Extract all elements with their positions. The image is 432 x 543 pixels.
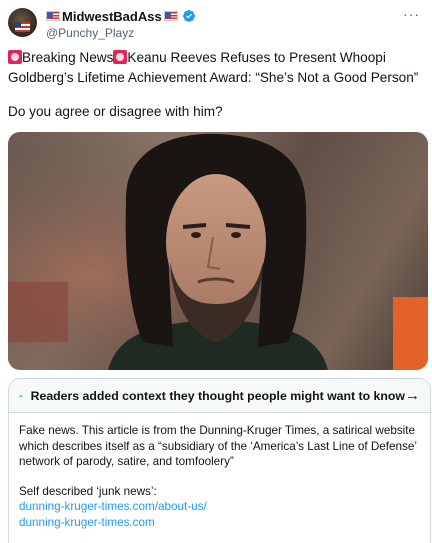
headline-line-1: Breaking News Keanu Reeves Refuses to Pre…: [8, 48, 426, 68]
note-link-about-us[interactable]: dunning-kruger-times.com/about-us/: [19, 499, 420, 515]
note-line: Fake news. This article is from the Dunn…: [19, 424, 416, 437]
community-note-title: Readers added context they thought peopl…: [30, 388, 405, 403]
avatar[interactable]: [8, 8, 37, 37]
community-note-header[interactable]: Readers added context they thought peopl…: [9, 379, 430, 413]
people-icon: [19, 394, 23, 397]
headline-rest: Keanu Reeves Refuses to Present Whoopi: [127, 50, 386, 65]
community-note[interactable]: Readers added context they thought peopl…: [8, 378, 431, 543]
tweet[interactable]: MidwestBadAss @Punchy_Playz ··· Breaking…: [0, 0, 432, 543]
note-line: network of parody, satire, and tomfooler…: [19, 455, 234, 468]
tweet-photo[interactable]: [8, 132, 428, 370]
headline-line-2: Goldberg’s Lifetime Achievement Award: “…: [8, 70, 419, 85]
tweet-question: Do you agree or disagree with him?: [8, 104, 223, 119]
note-link-home[interactable]: dunning-kruger-times.com: [19, 515, 420, 531]
siren-emoji-icon: [113, 50, 128, 64]
author-display-name[interactable]: MidwestBadAss: [62, 9, 162, 24]
headline-prefix: Breaking News: [22, 50, 114, 65]
avatar-flag-image: [15, 22, 30, 32]
us-flag-icon: [46, 11, 60, 21]
note-line: which describes itself as a “subsidiary …: [19, 439, 417, 453]
tweet-text: Breaking News Keanu Reeves Refuses to Pre…: [8, 48, 426, 88]
arrow-right-icon[interactable]: →: [405, 387, 420, 404]
us-flag-icon: [163, 11, 178, 21]
siren-emoji-icon: [8, 50, 22, 64]
verified-badge-icon: [182, 10, 195, 22]
community-note-body: Fake news. This article is from the Dunn…: [9, 413, 430, 530]
author-handle[interactable]: @Punchy_Playz: [46, 26, 134, 40]
more-options-icon[interactable]: ···: [403, 6, 420, 22]
portrait-image: [8, 132, 428, 370]
author-name-row[interactable]: MidwestBadAss: [46, 8, 196, 24]
note-self-described: Self described ‘junk news’:: [19, 484, 157, 498]
